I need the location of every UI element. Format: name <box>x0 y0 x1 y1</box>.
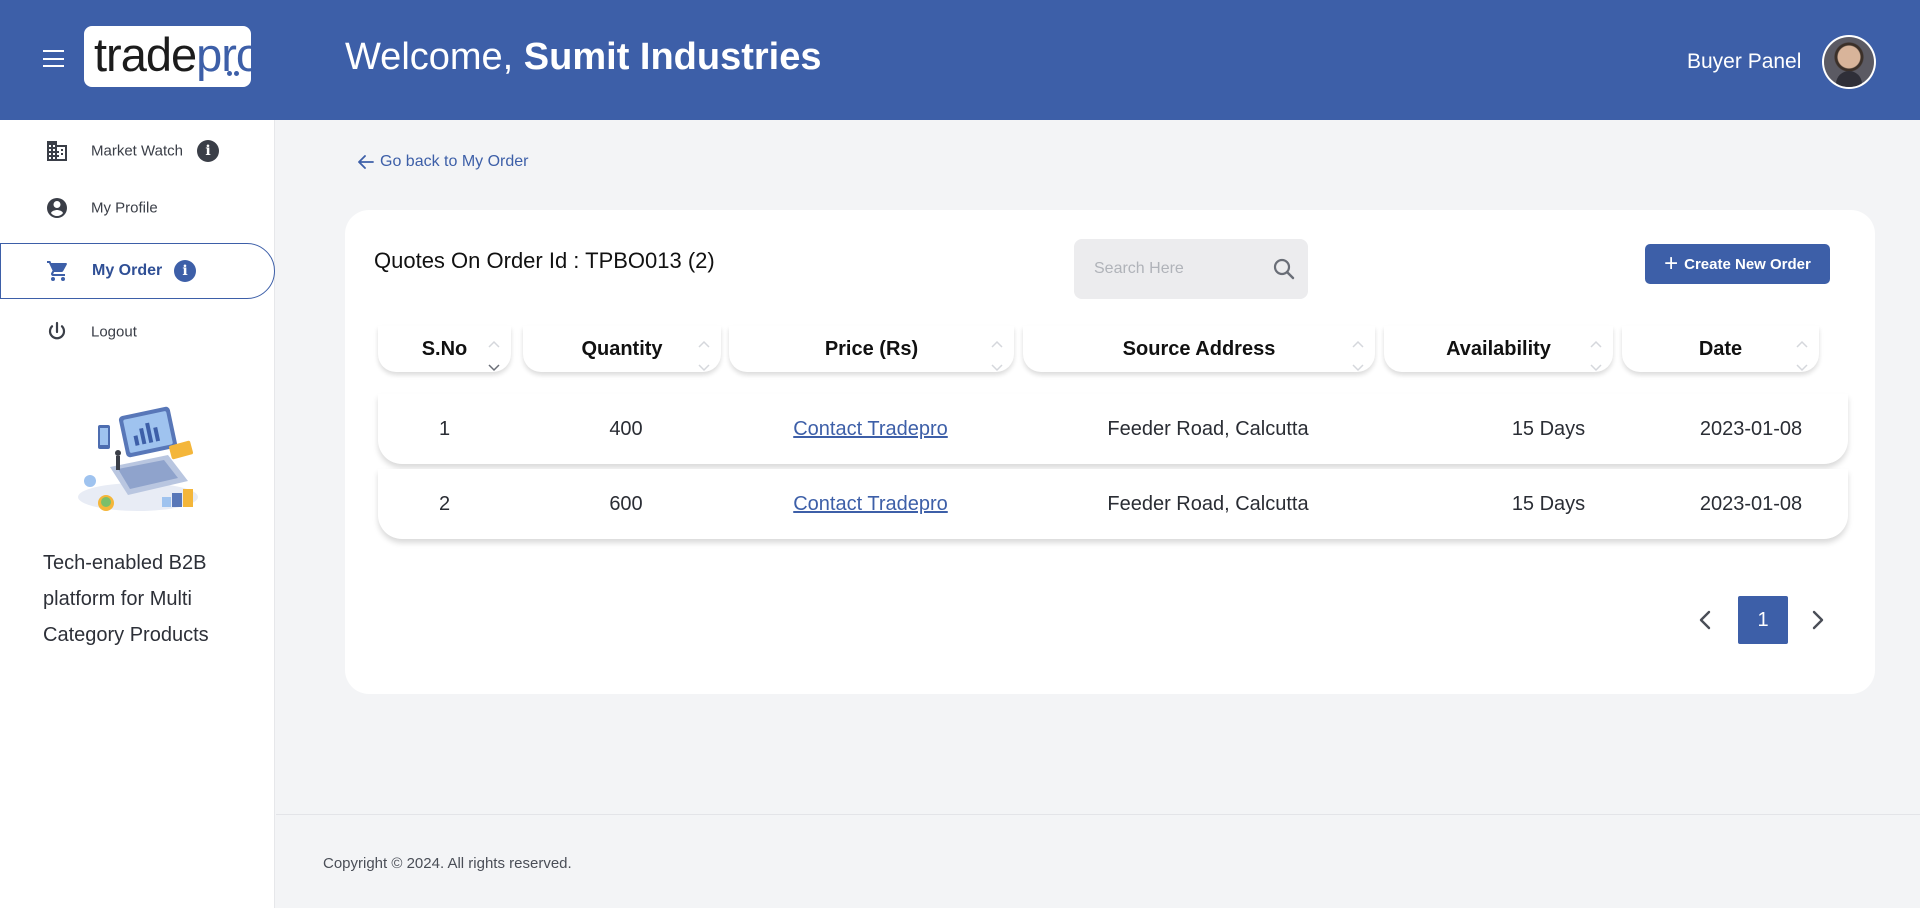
cart-icon <box>45 258 71 284</box>
user-avatar[interactable] <box>1822 35 1876 89</box>
pagination-next-button[interactable] <box>1800 596 1836 644</box>
sidebar-item-label: Market Watch <box>91 142 183 160</box>
building-icon <box>44 138 70 164</box>
info-icon[interactable]: i <box>174 260 196 282</box>
cell-quantity: 600 <box>609 492 643 515</box>
back-to-my-order-link[interactable]: Go back to My Order <box>358 153 529 171</box>
table-row: 2 600 Contact Tradepro Feeder Road, Calc… <box>378 469 1848 539</box>
pagination-page-button[interactable]: 1 <box>1738 596 1788 644</box>
column-header-quantity[interactable]: Quantity <box>523 326 721 372</box>
cell-availability: 15 Days <box>1511 492 1586 515</box>
column-header-label: Quantity <box>581 337 663 360</box>
cell-date: 2023-01-08 <box>1699 492 1803 515</box>
search-input[interactable] <box>1074 239 1264 299</box>
page-title: Quotes On Order Id : TPBO013 (2) <box>374 248 715 273</box>
pagination-prev-button[interactable] <box>1687 596 1723 644</box>
cell-sno: 2 <box>438 492 451 515</box>
search-box <box>1074 239 1308 299</box>
cell-source-address: Feeder Road, Calcutta <box>1107 417 1309 440</box>
hamburger-menu-icon[interactable] <box>43 50 64 67</box>
power-icon <box>44 319 70 345</box>
cell-sno: 1 <box>438 417 451 440</box>
create-button-label: Create New Order <box>1684 255 1811 273</box>
sidebar-item-label: Logout <box>91 323 137 341</box>
sidebar: Market Watch i My Profile My Order i Log… <box>0 120 275 908</box>
panel-label: Buyer Panel <box>1687 50 1802 73</box>
create-new-order-button[interactable]: + Create New Order <box>1645 244 1830 284</box>
sort-icon[interactable] <box>990 332 1004 372</box>
cell-quantity: 400 <box>609 417 643 440</box>
copyright-text: Copyright © 2024. All rights reserved. <box>323 855 572 872</box>
chevron-right-icon <box>1812 610 1824 630</box>
column-header-date[interactable]: Date <box>1622 326 1819 372</box>
chevron-left-icon <box>1699 610 1711 630</box>
cell-date: 2023-01-08 <box>1699 417 1803 440</box>
sidebar-item-my-order[interactable]: My Order i <box>0 243 275 299</box>
welcome-prefix: Welcome, <box>345 36 524 78</box>
plus-icon: + <box>1664 250 1679 277</box>
search-icon[interactable] <box>1272 257 1296 281</box>
footer-divider <box>276 814 1920 815</box>
sidebar-item-label: My Order <box>92 262 163 279</box>
info-icon[interactable]: i <box>197 140 219 162</box>
column-header-source-address[interactable]: Source Address <box>1023 326 1375 372</box>
sort-icon[interactable] <box>487 332 501 372</box>
sidebar-tagline: Tech-enabled B2B platform for Multi Cate… <box>43 552 209 646</box>
sidebar-item-label: My Profile <box>91 199 158 217</box>
sidebar-item-logout[interactable]: Logout <box>0 304 275 360</box>
column-header-label: Price (Rs) <box>824 337 919 360</box>
back-link-label: Go back to My Order <box>380 153 529 170</box>
column-header-price[interactable]: Price (Rs) <box>729 326 1014 372</box>
contact-tradepro-link[interactable]: Contact Tradepro <box>728 394 1013 464</box>
column-header-label: Availability <box>1446 337 1551 360</box>
tradepro-logo[interactable]: tradepro <box>84 26 262 87</box>
column-header-availability[interactable]: Availability <box>1384 326 1613 372</box>
laptop-illustration <box>70 405 205 520</box>
column-header-label: Source Address <box>1122 337 1276 360</box>
table-row: 1 400 Contact Tradepro Feeder Road, Calc… <box>378 394 1848 464</box>
sort-icon[interactable] <box>697 332 711 372</box>
arrow-left-icon <box>358 155 374 169</box>
account-circle-icon <box>44 195 70 221</box>
column-header-sno[interactable]: S.No <box>378 326 511 372</box>
column-header-label: S.No <box>421 337 468 360</box>
company-name: Sumit Industries <box>523 36 822 78</box>
sort-icon[interactable] <box>1351 332 1365 372</box>
sidebar-item-market-watch[interactable]: Market Watch i <box>0 123 275 179</box>
welcome-heading: Welcome, Sumit Industries <box>345 33 822 81</box>
quotes-card: Quotes On Order Id : TPBO013 (2) + Creat… <box>345 210 1875 694</box>
cell-source-address: Feeder Road, Calcutta <box>1107 492 1309 515</box>
cell-availability: 15 Days <box>1511 417 1586 440</box>
sidebar-item-my-profile[interactable]: My Profile <box>0 180 275 236</box>
sort-icon[interactable] <box>1589 332 1603 372</box>
sort-icon[interactable] <box>1795 332 1809 372</box>
column-header-label: Date <box>1698 337 1743 360</box>
logo-cart-dots <box>225 63 239 81</box>
top-header: tradepro Welcome, Sumit Industries Buyer… <box>0 0 1920 120</box>
contact-tradepro-link[interactable]: Contact Tradepro <box>728 469 1013 539</box>
